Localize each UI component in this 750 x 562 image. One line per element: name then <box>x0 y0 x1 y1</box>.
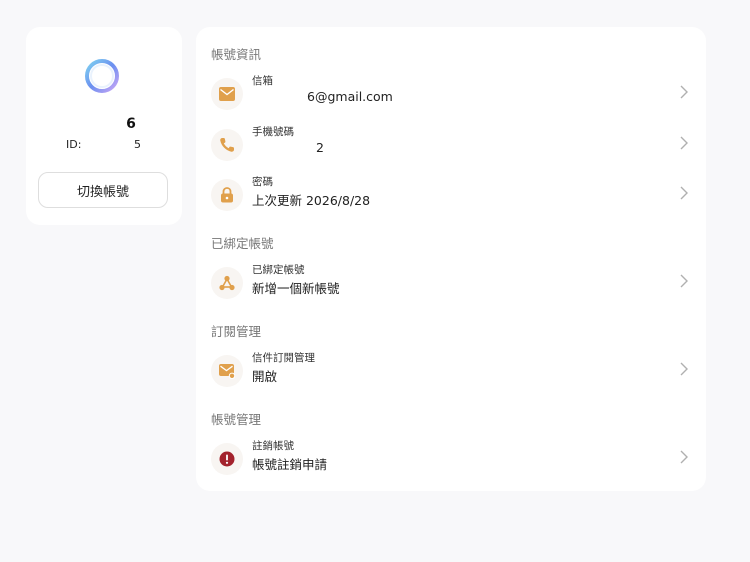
chevron-right-icon <box>680 136 688 150</box>
avatar-ring-icon <box>85 59 119 93</box>
password-row[interactable]: 密碼 上次更新 2026/8/28 <box>196 173 706 219</box>
lock-icon <box>221 187 233 203</box>
phone-row[interactable]: 手機號碼 2 <box>196 123 706 169</box>
email-row[interactable]: 信箱 6@gmail.com <box>196 72 706 118</box>
chevron-right-icon <box>680 85 688 99</box>
mail-subscription-label: 信件訂閱管理 <box>252 352 315 364</box>
email-value: 6@gmail.com <box>307 89 393 104</box>
chevron-right-icon <box>680 450 688 464</box>
password-value: 上次更新 2026/8/28 <box>252 193 371 208</box>
section-title-account-info: 帳號資訊 <box>211 47 262 62</box>
delete-account-label: 註銷帳號 <box>252 440 294 452</box>
linked-account-row[interactable]: 已綁定帳號 新增一個新帳號 <box>196 261 706 307</box>
phone-value: 2 <box>316 140 324 155</box>
email-label: 信箱 <box>252 75 273 87</box>
phone-label: 手機號碼 <box>252 126 294 138</box>
avatar <box>83 57 121 95</box>
chevron-right-icon <box>680 362 688 376</box>
mail-subscription-row[interactable]: 信件訂閱管理 開啟 <box>196 349 706 395</box>
password-label: 密碼 <box>252 176 273 188</box>
settings-card: 帳號資訊 信箱 6@gmail.com 手機號碼 2 密碼 上次更新 2026/… <box>196 27 706 491</box>
chevron-right-icon <box>680 186 688 200</box>
profile-card: 6 ID: 5 切換帳號 <box>26 27 182 225</box>
profile-id-value: 5 <box>134 138 141 151</box>
share-nodes-icon <box>219 275 235 291</box>
profile-id-label: ID: <box>66 138 82 151</box>
mail-icon <box>219 87 235 101</box>
switch-account-button[interactable]: 切換帳號 <box>38 172 168 208</box>
delete-account-value: 帳號註銷申請 <box>252 457 328 472</box>
linked-account-label: 已綁定帳號 <box>252 264 305 276</box>
phone-icon <box>220 138 234 152</box>
section-title-account-management: 帳號管理 <box>211 412 262 427</box>
linked-account-value: 新增一個新帳號 <box>252 281 340 296</box>
delete-account-row[interactable]: 註銷帳號 帳號註銷申請 <box>196 437 706 483</box>
chevron-right-icon <box>680 274 688 288</box>
mail-subscription-value: 開啟 <box>252 369 278 384</box>
alert-icon <box>219 451 235 467</box>
section-title-linked-accounts: 已綁定帳號 <box>211 236 274 251</box>
account-settings-page: 6 ID: 5 切換帳號 帳號資訊 信箱 6@gmail.com 手機號碼 2 … <box>0 0 750 562</box>
section-title-subscription: 訂閱管理 <box>211 324 262 339</box>
mail-settings-icon <box>219 363 235 379</box>
